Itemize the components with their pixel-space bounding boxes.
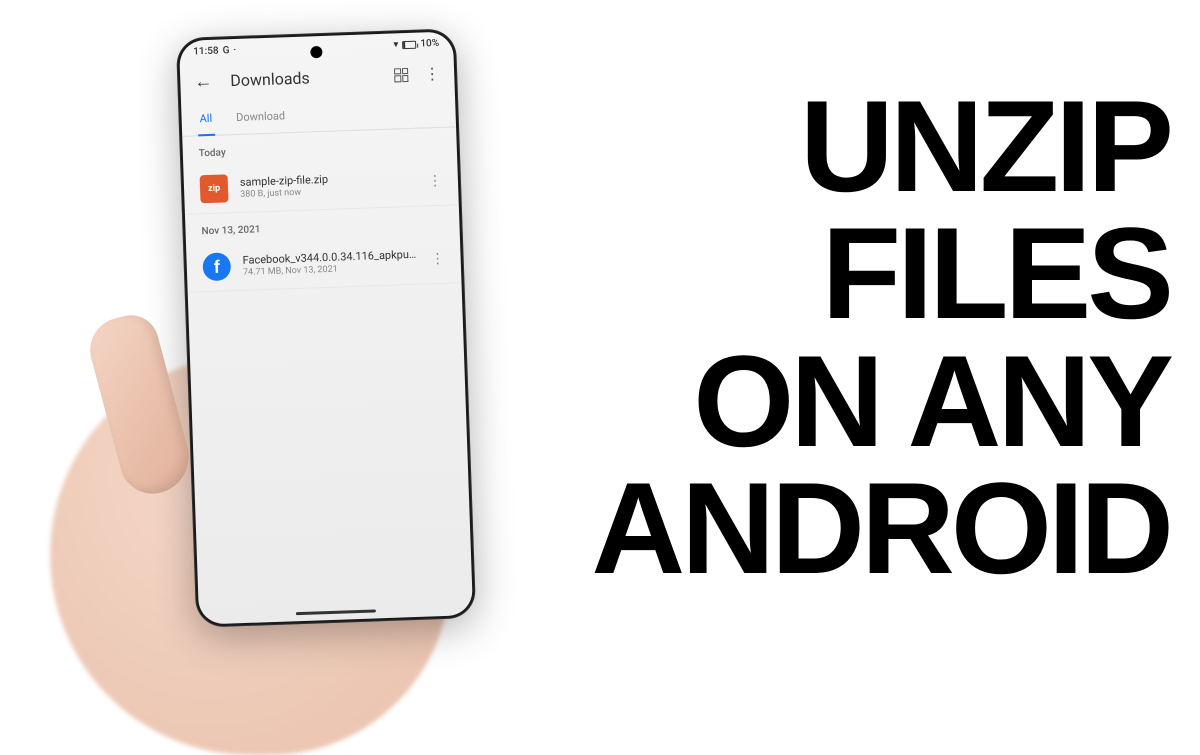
notification-dot: · (233, 44, 236, 55)
headline-text: UNZIP FILES ON ANY ANDROID (591, 83, 1200, 593)
file-row[interactable]: f Facebook_v344.0.0.34.116_apkpure.... 7… (186, 234, 462, 293)
file-more-icon[interactable]: ⋮ (427, 172, 442, 188)
status-left: 11:58 G · (193, 44, 236, 56)
tab-download[interactable]: Download (233, 99, 287, 134)
nav-bar-pill[interactable] (296, 609, 376, 615)
status-time: 11:58 (193, 45, 219, 57)
wifi-icon: ▾ (393, 39, 398, 50)
headline-line-3: ON ANY (693, 338, 1170, 465)
page-title: Downloads (230, 65, 395, 90)
headline-line-1: UNZIP (800, 83, 1170, 210)
status-indicator: G (222, 45, 229, 56)
battery-fill (403, 41, 405, 47)
file-info: Facebook_v344.0.0.34.116_apkpure.... 74.… (242, 247, 419, 277)
file-row[interactable]: zip sample-zip-file.zip 380 B, just now … (183, 156, 459, 215)
back-arrow-icon[interactable]: ← (194, 70, 213, 92)
phone-mockup-area: 11:58 G · ▾ 10% ← Downloads (0, 0, 591, 675)
headline-line-2: FILES (822, 210, 1170, 337)
file-info: sample-zip-file.zip 380 B, just now (239, 169, 416, 199)
facebook-app-icon: f (202, 252, 231, 281)
more-vert-icon[interactable]: ⋮ (424, 65, 441, 82)
battery-percent: 10% (420, 37, 439, 49)
zip-file-icon: zip (199, 174, 228, 203)
headline-line-4: ANDROID (591, 465, 1170, 592)
battery-icon (402, 40, 416, 48)
grid-view-icon[interactable] (394, 67, 408, 81)
camera-notch (310, 45, 322, 57)
status-right: ▾ 10% (393, 37, 439, 50)
file-more-icon[interactable]: ⋮ (430, 250, 445, 266)
header-actions: ⋮ (394, 65, 441, 83)
phone-screen: 11:58 G · ▾ 10% ← Downloads (179, 31, 473, 624)
phone-frame: 11:58 G · ▾ 10% ← Downloads (175, 28, 475, 627)
tab-all[interactable]: All (197, 101, 215, 135)
